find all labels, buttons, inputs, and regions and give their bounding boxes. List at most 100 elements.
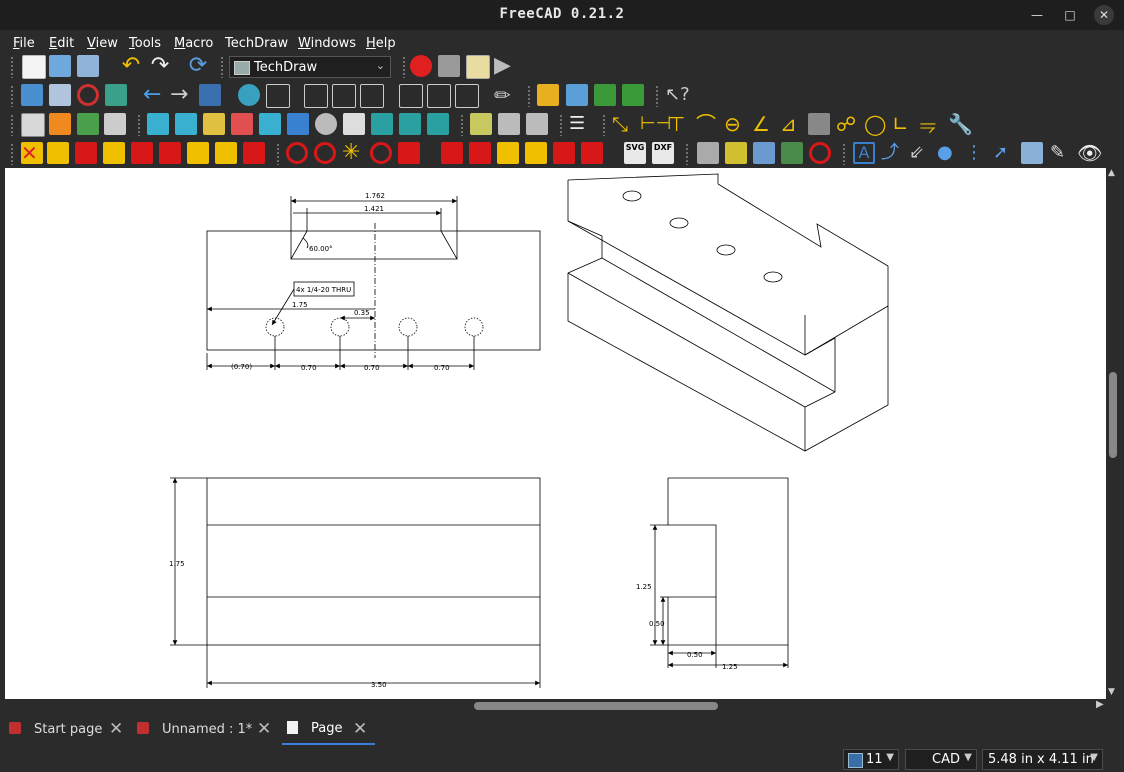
fit-all-icon[interactable]: [21, 84, 43, 106]
view-right-icon[interactable]: [360, 84, 384, 108]
dim-side-1-25-width[interactable]: 1.25: [722, 663, 738, 671]
clip-group-icon[interactable]: [399, 113, 421, 135]
run-macro-icon[interactable]: ▶: [494, 55, 516, 77]
export-svg-icon[interactable]: SVG: [624, 142, 646, 164]
landmark-dimension-icon[interactable]: ∟: [892, 113, 914, 135]
active-view-icon[interactable]: [175, 113, 197, 135]
toolbar-grip[interactable]: [137, 114, 141, 136]
midpoint-vertices-icon[interactable]: [47, 142, 69, 164]
toolbar-grip[interactable]: [10, 56, 14, 78]
dim-spacing-c[interactable]: 0.70: [434, 364, 450, 372]
leader-line-icon[interactable]: ⤴: [881, 142, 903, 164]
side-view[interactable]: [650, 477, 789, 668]
increase-decimal-icon[interactable]: [581, 142, 603, 164]
extend-line-icon[interactable]: [469, 142, 491, 164]
toolbar-grip[interactable]: [10, 85, 14, 107]
menu-help[interactable]: Help: [366, 36, 396, 51]
insert-symbol-icon[interactable]: [470, 113, 492, 135]
fit-selection-icon[interactable]: [49, 84, 71, 106]
dim-spacing-a[interactable]: 0.70: [301, 364, 317, 372]
toolbar-grip[interactable]: [10, 114, 14, 136]
menu-macro[interactable]: Macro: [174, 36, 213, 51]
toolbar-grip[interactable]: [602, 114, 606, 136]
menu-edit[interactable]: Edit: [49, 36, 74, 51]
horizontal-scrollbar[interactable]: ▶: [5, 699, 1106, 713]
toolbar-grip[interactable]: [655, 85, 659, 107]
isometric-view[interactable]: [567, 173, 889, 452]
scroll-down-icon[interactable]: ▼: [1108, 687, 1115, 697]
custom-format-icon[interactable]: [553, 142, 575, 164]
arc-centerline-icon[interactable]: [370, 142, 392, 164]
toolbar-grip[interactable]: [842, 143, 846, 165]
cosmetic-line-icon[interactable]: [243, 142, 265, 164]
scroll-up-icon[interactable]: ▲: [1108, 168, 1115, 178]
view-left-icon[interactable]: [455, 84, 479, 108]
view-isometric-icon[interactable]: [266, 84, 290, 108]
top-view[interactable]: [206, 196, 541, 370]
radius-dimension-icon[interactable]: ⌒: [696, 113, 718, 135]
toolbar-grip[interactable]: [527, 85, 531, 107]
std-views-icon[interactable]: [238, 84, 260, 106]
insert-default-page-icon[interactable]: [21, 113, 45, 137]
link-icon[interactable]: [594, 84, 616, 106]
menu-file[interactable]: File: [13, 36, 35, 51]
dim-first-spacing[interactable]: (0.70): [231, 363, 252, 371]
dim-side-0-50-width[interactable]: 0.50: [687, 651, 703, 659]
dim-0-35[interactable]: 0.35: [354, 309, 370, 317]
view-top-icon[interactable]: [332, 84, 356, 108]
length-dimension-icon[interactable]: ⤡: [612, 113, 634, 135]
insert-image-icon[interactable]: [498, 113, 520, 135]
bolt-circle-icon[interactable]: [314, 142, 336, 164]
save-document-icon[interactable]: [77, 55, 99, 77]
create-group-icon[interactable]: [566, 84, 588, 106]
view-front-icon[interactable]: [304, 84, 328, 108]
link-actions-icon[interactable]: [622, 84, 644, 106]
geometric-hatch-icon[interactable]: [725, 142, 747, 164]
vertical-dimension-icon[interactable]: ⊤: [668, 113, 690, 135]
vertical-scroll-thumb[interactable]: [1109, 372, 1117, 458]
close-tab-icon[interactable]: ✕: [109, 719, 123, 739]
menu-techdraw[interactable]: TechDraw: [225, 36, 288, 51]
axis-icon[interactable]: ⋮: [965, 142, 987, 164]
sync-view-icon[interactable]: [199, 84, 221, 106]
print-all-pages-icon[interactable]: [104, 113, 126, 135]
horizontal-scroll-thumb[interactable]: [474, 702, 718, 710]
lock-unlock-icon[interactable]: [497, 142, 519, 164]
arc-length-icon[interactable]: [525, 142, 547, 164]
record-macro-icon[interactable]: [410, 55, 432, 77]
dim-front-height[interactable]: 1.75: [169, 560, 185, 568]
dimension-3d-icon[interactable]: [808, 113, 830, 135]
hole-note[interactable]: 4x 1/4-20 THRU: [296, 286, 351, 294]
annotation-icon[interactable]: ☰: [569, 113, 591, 135]
no-entry-icon[interactable]: [809, 142, 831, 164]
create-part-icon[interactable]: [537, 84, 559, 106]
dim-front-width[interactable]: 3.50: [371, 681, 387, 689]
toolbar-grip[interactable]: [685, 143, 689, 165]
two-point-centerline-icon[interactable]: [215, 142, 237, 164]
dim-side-0-50-height[interactable]: 0.50: [649, 620, 665, 628]
view-bottom-icon[interactable]: [427, 84, 451, 108]
menu-windows[interactable]: Windows: [298, 36, 356, 51]
menu-view[interactable]: View: [87, 36, 118, 51]
line-icon[interactable]: ➚: [993, 142, 1015, 164]
open-document-icon[interactable]: [49, 55, 71, 77]
horizontal-dimension-icon[interactable]: ⊢⊣: [640, 113, 671, 135]
drawing-canvas[interactable]: 1.762 1.421 60.00° 4x 1/4-20 THRU 1.75 0…: [5, 168, 1106, 699]
chamfer-icon[interactable]: [441, 142, 463, 164]
edit-macro-icon[interactable]: [466, 55, 490, 79]
diameter-dimension-icon[interactable]: ⊖: [724, 113, 746, 135]
selection-count-selector[interactable]: 11 ▼: [843, 749, 899, 770]
repair-dimension-icon[interactable]: 🔧: [948, 113, 973, 135]
front-view[interactable]: [170, 477, 541, 688]
view-rear-icon[interactable]: [399, 84, 423, 108]
toolbar-grip[interactable]: [220, 56, 224, 78]
annotation-vertex-icon[interactable]: [103, 142, 125, 164]
navigation-style-selector[interactable]: CAD ▼: [905, 749, 977, 770]
balloon-icon[interactable]: ◯: [864, 113, 886, 135]
face-centerline-icon[interactable]: [159, 142, 181, 164]
tab-page[interactable]: Page ✕: [282, 715, 375, 745]
workbench-selector[interactable]: TechDraw ⌄: [229, 56, 391, 78]
insert-page-template-icon[interactable]: [49, 113, 71, 135]
close-button[interactable]: ✕: [1094, 5, 1114, 25]
whats-this-icon[interactable]: ↖?: [665, 84, 690, 106]
